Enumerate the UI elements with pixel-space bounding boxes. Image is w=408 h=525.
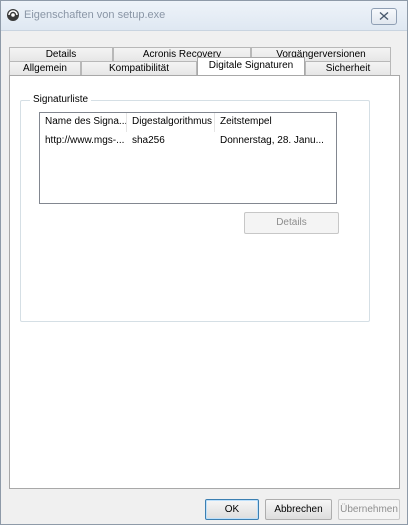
tab-details[interactable]: Details [9,47,113,61]
window-title: Eigenschaften von setup.exe [24,9,166,21]
tab-digital-signatures[interactable]: Digitale Signaturen [197,57,305,75]
tab-compatibility[interactable]: Kompatibilität [81,61,197,75]
signature-list[interactable]: Name des Signa... Digestalgorithmus Zeit… [39,112,337,204]
column-header-timestamp[interactable]: Zeitstempel [215,113,336,132]
ok-button[interactable]: OK [205,499,259,520]
properties-window: Eigenschaften von setup.exe Details Acro… [0,0,408,525]
column-header-digest-algorithm[interactable]: Digestalgorithmus [127,113,215,132]
title-bar[interactable]: Eigenschaften von setup.exe [1,1,407,31]
program-icon [7,9,19,21]
tab-security-label: Sicherheit [325,63,371,74]
cell-signer-name: http://www.mgs-... [45,135,125,146]
close-button[interactable] [371,8,397,25]
close-icon [379,12,389,20]
signature-details-button[interactable]: Details [244,212,339,234]
apply-button[interactable]: Übernehmen [338,499,400,520]
tab-details-label: Details [45,49,77,60]
tab-general-label: Allgemein [23,63,67,74]
tab-compatibility-label: Kompatibilität [108,63,170,74]
cancel-button[interactable]: Abbrechen [265,499,332,520]
tab-security[interactable]: Sicherheit [305,61,391,75]
tab-general[interactable]: Allgemein [9,61,81,75]
cell-digest-algorithm: sha256 [132,135,165,146]
column-header-signer-name[interactable]: Name des Signa... [40,113,127,132]
signature-list-label: Signaturliste [30,94,92,105]
tab-digital-signatures-label: Digitale Signaturen [208,60,294,71]
cell-timestamp: Donnerstag, 28. Janu... [220,135,324,146]
